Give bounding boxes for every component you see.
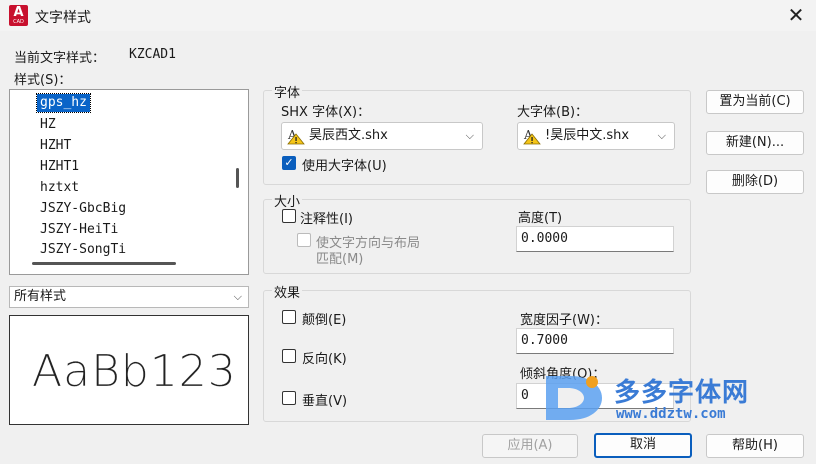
styles-label: 样式(S)：: [14, 73, 72, 88]
big-font-select[interactable]: A !昊辰中文.shx ⌵: [517, 122, 675, 150]
style-filter-select[interactable]: 所有样式 ⌵: [9, 286, 249, 308]
list-item[interactable]: hztxt: [37, 179, 82, 197]
shx-font-select[interactable]: A 昊辰西文.shx ⌵: [281, 122, 483, 150]
preview-sample-text: AaBb123: [32, 346, 237, 397]
height-input[interactable]: 0.0000: [516, 226, 674, 252]
list-item-selected[interactable]: gps_hz: [36, 93, 91, 113]
current-style-value: KZCAD1: [129, 47, 176, 62]
font-warning-icon: A: [287, 128, 305, 145]
chevron-down-icon: ⌵: [465, 129, 474, 142]
annotative-checkbox[interactable]: [282, 209, 296, 223]
shx-font-label: SHX 字体(X)：: [281, 105, 371, 120]
horizontal-scrollbar-thumb[interactable]: [32, 262, 176, 265]
set-current-button[interactable]: 置为当前(C): [706, 90, 804, 114]
match-orientation-label-2: 匹配(M): [316, 252, 364, 267]
list-item[interactable]: HZHT: [37, 137, 74, 155]
font-warning-icon: A: [523, 128, 541, 145]
text-preview: AaBb123: [9, 315, 249, 425]
list-item[interactable]: JSZY-SongTi: [37, 241, 129, 259]
list-item[interactable]: HZHT1: [37, 158, 82, 176]
use-big-font-checkbox[interactable]: ✓: [282, 156, 296, 170]
vertical-checkbox[interactable]: [282, 391, 296, 405]
chevron-down-icon: ⌵: [657, 129, 666, 142]
delete-style-button[interactable]: 删除(D): [706, 170, 804, 194]
style-filter-value: 所有样式: [14, 289, 67, 304]
window-title: 文字样式: [35, 10, 91, 26]
title-bar: [0, 0, 816, 31]
list-item[interactable]: HZ: [37, 116, 59, 134]
vertical-scrollbar-thumb[interactable]: [236, 168, 239, 188]
watermark: 多多字体网 www.ddztw.com: [540, 368, 790, 428]
watermark-url: www.ddztw.com: [616, 406, 726, 422]
width-factor-label: 宽度因子(W)：: [520, 313, 608, 328]
new-style-button[interactable]: 新建(N)...: [706, 131, 804, 155]
list-item[interactable]: JSZY-HeiTi: [37, 221, 121, 239]
use-big-font-label: 使用大字体(U): [302, 159, 387, 174]
vertical-label: 垂直(V): [302, 394, 348, 409]
big-font-label: 大字体(B)：: [517, 105, 589, 120]
backwards-label: 反向(K): [302, 352, 347, 367]
match-orientation-checkbox[interactable]: [297, 233, 311, 247]
height-label: 高度(T): [518, 211, 563, 226]
close-button[interactable]: ✕: [782, 3, 810, 29]
width-factor-input[interactable]: 0.7000: [516, 328, 674, 354]
size-group-title: 大小: [272, 191, 303, 210]
effects-group-title: 效果: [272, 282, 303, 301]
cancel-button[interactable]: 取消: [594, 433, 692, 458]
chevron-down-icon: ⌵: [233, 290, 242, 303]
watermark-title: 多多字体网: [614, 378, 750, 408]
watermark-logo-icon: [546, 376, 602, 420]
current-style-label: 当前文字样式：: [14, 51, 106, 66]
upside-down-checkbox[interactable]: [282, 310, 296, 324]
style-list[interactable]: gps_hz HZ HZHT HZHT1 hztxt JSZY-GbcBig J…: [9, 89, 249, 275]
apply-button[interactable]: 应用(A): [482, 434, 578, 458]
shx-font-value: 昊辰西文.shx: [309, 128, 388, 143]
upside-down-label: 颠倒(E): [302, 313, 347, 328]
backwards-checkbox[interactable]: [282, 349, 296, 363]
list-item[interactable]: JSZY-GbcBig: [37, 200, 129, 218]
annotative-label: 注释性(I): [300, 212, 353, 227]
help-button[interactable]: 帮助(H): [706, 434, 804, 458]
autocad-logo-icon: A CAD: [9, 5, 28, 26]
font-group-title: 字体: [272, 82, 303, 101]
big-font-value: !昊辰中文.shx: [545, 128, 630, 143]
